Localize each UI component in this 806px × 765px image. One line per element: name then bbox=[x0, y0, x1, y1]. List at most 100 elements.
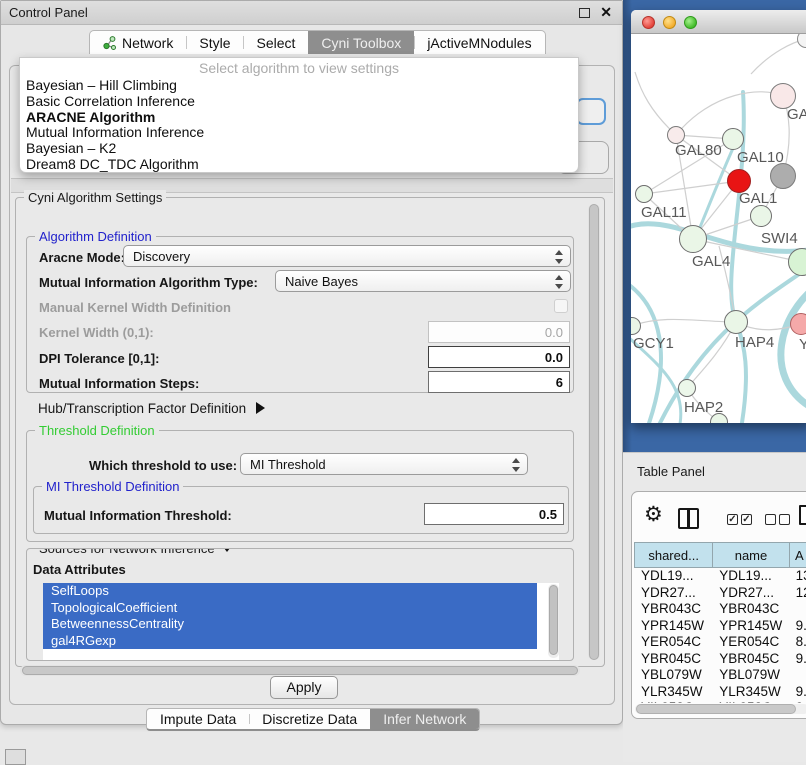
network-node[interactable] bbox=[770, 163, 796, 189]
combo-stepper-icon bbox=[554, 249, 563, 265]
sources-group-title[interactable]: Sources for Network Inference bbox=[35, 548, 237, 556]
manual-kernel-checkbox[interactable] bbox=[554, 299, 568, 313]
kernel-width-field[interactable]: 0.0 bbox=[428, 321, 570, 343]
combo-stepper-icon bbox=[511, 457, 520, 473]
network-node-hap2[interactable] bbox=[678, 379, 696, 397]
hub-definition-label: Hub/Transcription Factor Definition bbox=[38, 401, 246, 416]
table-panel-title: Table Panel bbox=[637, 464, 705, 479]
tab-select[interactable]: Select bbox=[243, 31, 308, 54]
minimize-traffic-light-icon[interactable] bbox=[663, 16, 676, 29]
gear-icon[interactable]: ⚙ bbox=[644, 502, 663, 527]
node-label-hap4: HAP4 bbox=[735, 334, 774, 351]
column-header-a[interactable]: A bbox=[789, 542, 806, 568]
split-columns-icon[interactable] bbox=[678, 508, 699, 529]
network-node-gal11[interactable] bbox=[635, 185, 653, 203]
algorithm-option-basic-correlation-inference[interactable]: Basic Correlation Inference bbox=[20, 94, 578, 110]
table-row[interactable]: YBR045CYBR045C9. bbox=[634, 651, 806, 668]
algorithm-option-aracne-algorithm[interactable]: ARACNE Algorithm bbox=[20, 110, 578, 126]
table-cell: YBR043C bbox=[634, 601, 712, 618]
table-row[interactable]: YLR345WYLR345W9. bbox=[634, 684, 806, 701]
network-node-gal1[interactable] bbox=[750, 205, 772, 227]
table-horizontal-scrollbar[interactable] bbox=[635, 704, 806, 714]
data-attributes-list[interactable]: SelfLoopsTopologicalCoefficientBetweenne… bbox=[43, 583, 559, 660]
attribute-item-betweennesscentrality[interactable]: BetweennessCentrality bbox=[43, 616, 537, 633]
algorithm-option-dream8-dc-tdc-algorithm[interactable]: Dream8 DC_TDC Algorithm bbox=[20, 157, 578, 173]
tab-style[interactable]: Style bbox=[186, 31, 243, 54]
apply-button[interactable]: Apply bbox=[270, 676, 338, 699]
attribute-item-topologicalcoefficient[interactable]: TopologicalCoefficient bbox=[43, 600, 537, 617]
network-node-gal10[interactable] bbox=[722, 128, 744, 150]
mi-steps-field[interactable]: 6 bbox=[428, 371, 570, 393]
network-node-gal4[interactable] bbox=[679, 225, 707, 253]
collapsed-panel-icon[interactable] bbox=[5, 749, 26, 765]
tab-network[interactable]: Network bbox=[90, 31, 186, 54]
attribute-item-selfloops[interactable]: SelfLoops bbox=[43, 583, 537, 600]
column-header-shared-[interactable]: shared... bbox=[634, 542, 712, 568]
mi-algorithm-type-select[interactable]: Naive Bayes bbox=[275, 270, 571, 292]
network-view-window[interactable]: GAL7GAL80GAL10GAL1GAL11SWI4GAL4GCY1HAP4Y… bbox=[631, 10, 806, 423]
tab-jactivemnodules[interactable]: jActiveMNodules bbox=[414, 31, 544, 54]
control-panel-titlebar: Control Panel ✕ bbox=[1, 1, 622, 25]
algorithm-option-mutual-information-inference[interactable]: Mutual Information Inference bbox=[20, 125, 578, 141]
table-cell: YDR27... bbox=[712, 585, 788, 602]
tab-label: Infer Network bbox=[383, 711, 466, 727]
table-row[interactable]: YER054CYER054C8. bbox=[634, 634, 806, 651]
zoom-traffic-light-icon[interactable] bbox=[684, 16, 697, 29]
table-cell: 12 bbox=[789, 585, 806, 602]
close-traffic-light-icon[interactable] bbox=[642, 16, 655, 29]
attributes-scrollbar[interactable] bbox=[548, 584, 559, 658]
column-header-name[interactable]: name bbox=[712, 542, 788, 568]
control-panel-tabbar: NetworkStyleSelect Cyni Toolbox jActiveMNo… bbox=[89, 30, 546, 54]
aracne-mode-select[interactable]: Discovery bbox=[123, 245, 571, 267]
close-icon[interactable]: ✕ bbox=[600, 4, 612, 21]
which-threshold-select[interactable]: MI Threshold bbox=[240, 453, 528, 475]
bottom-tab-discretize-data[interactable]: Discretize Data bbox=[249, 709, 370, 729]
float-window-icon[interactable] bbox=[579, 8, 590, 18]
network-tab-icon bbox=[103, 36, 116, 50]
mi-threshold-field[interactable]: 0.5 bbox=[424, 503, 564, 525]
algorithm-option-bayesian-hill-climbing[interactable]: Bayesian – Hill Climbing bbox=[20, 78, 578, 94]
table-row[interactable]: YDL19...YDL19...13 bbox=[634, 568, 806, 585]
node-label-gal1: GAL1 bbox=[739, 190, 777, 207]
settings-group-title: Cyni Algorithm Settings bbox=[24, 190, 166, 205]
table-cell: YLR345W bbox=[634, 684, 712, 701]
aracne-mode-value: Discovery bbox=[133, 249, 190, 264]
select-all-checkbox-icon[interactable]: ✓ bbox=[727, 514, 738, 525]
settings-horizontal-scrollbar[interactable] bbox=[20, 665, 580, 676]
table-cell: YBR043C bbox=[712, 601, 788, 618]
algorithm-dropdown-popup[interactable]: Select algorithm to view settings Bayesi… bbox=[19, 57, 579, 173]
settings-vertical-scrollbar[interactable] bbox=[588, 204, 600, 660]
network-node-hap4[interactable] bbox=[724, 310, 748, 334]
tab-label: Impute Data bbox=[160, 711, 236, 727]
app-root: Control Panel ✕ NetworkStyleSelect Cyni T… bbox=[0, 0, 806, 762]
node-label-y: Y bbox=[799, 336, 806, 353]
hub-definition-toggle[interactable]: Hub/Transcription Factor Definition bbox=[38, 401, 265, 416]
table-row[interactable]: YPR145WYPR145W9. bbox=[634, 618, 806, 635]
tab-cyni-toolbox[interactable]: Cyni Toolbox bbox=[308, 31, 414, 54]
table-cell: YPR145W bbox=[712, 618, 788, 635]
collapse-down-icon bbox=[221, 548, 233, 552]
table-row[interactable]: YBL079WYBL079W bbox=[634, 667, 806, 684]
file-icon[interactable] bbox=[799, 505, 806, 525]
table-row[interactable]: YDR27...YDR27...12 bbox=[634, 585, 806, 602]
network-node-y[interactable] bbox=[790, 313, 806, 335]
combo-stepper-icon bbox=[554, 274, 563, 290]
node-table[interactable]: shared...nameAYDL19...YDL19...13YDR27...… bbox=[634, 542, 806, 703]
dpi-tolerance-field[interactable]: 0.0 bbox=[428, 346, 570, 368]
tab-label: Cyni Toolbox bbox=[321, 35, 401, 51]
mi-type-label: Mutual Information Algorithm Type: bbox=[39, 275, 258, 290]
select-all-checkbox-icon[interactable]: ✓ bbox=[741, 514, 752, 525]
network-canvas[interactable]: GAL7GAL80GAL10GAL1GAL11SWI4GAL4GCY1HAP4Y… bbox=[631, 34, 806, 423]
attribute-item-gal4rgexp[interactable]: gal4RGexp bbox=[43, 633, 537, 650]
table-cell: YDL19... bbox=[712, 568, 788, 585]
deselect-all-checkbox-icon[interactable] bbox=[765, 514, 776, 525]
mi-threshold-group: MI Threshold Definition Mutual Informati… bbox=[33, 486, 569, 534]
dropdown-placeholder: Select algorithm to view settings bbox=[20, 58, 578, 78]
bottom-tab-infer-network[interactable]: Infer Network bbox=[370, 709, 479, 729]
deselect-all-checkbox-icon[interactable] bbox=[779, 514, 790, 525]
bottom-tab-impute-data[interactable]: Impute Data bbox=[147, 709, 249, 729]
threshold-definition-group: Threshold Definition Which threshold to … bbox=[26, 430, 574, 542]
table-row[interactable]: YIL052CYIL052C0 bbox=[634, 700, 806, 703]
table-row[interactable]: YBR043CYBR043C bbox=[634, 601, 806, 618]
algorithm-option-bayesian-k2[interactable]: Bayesian – K2 bbox=[20, 141, 578, 157]
